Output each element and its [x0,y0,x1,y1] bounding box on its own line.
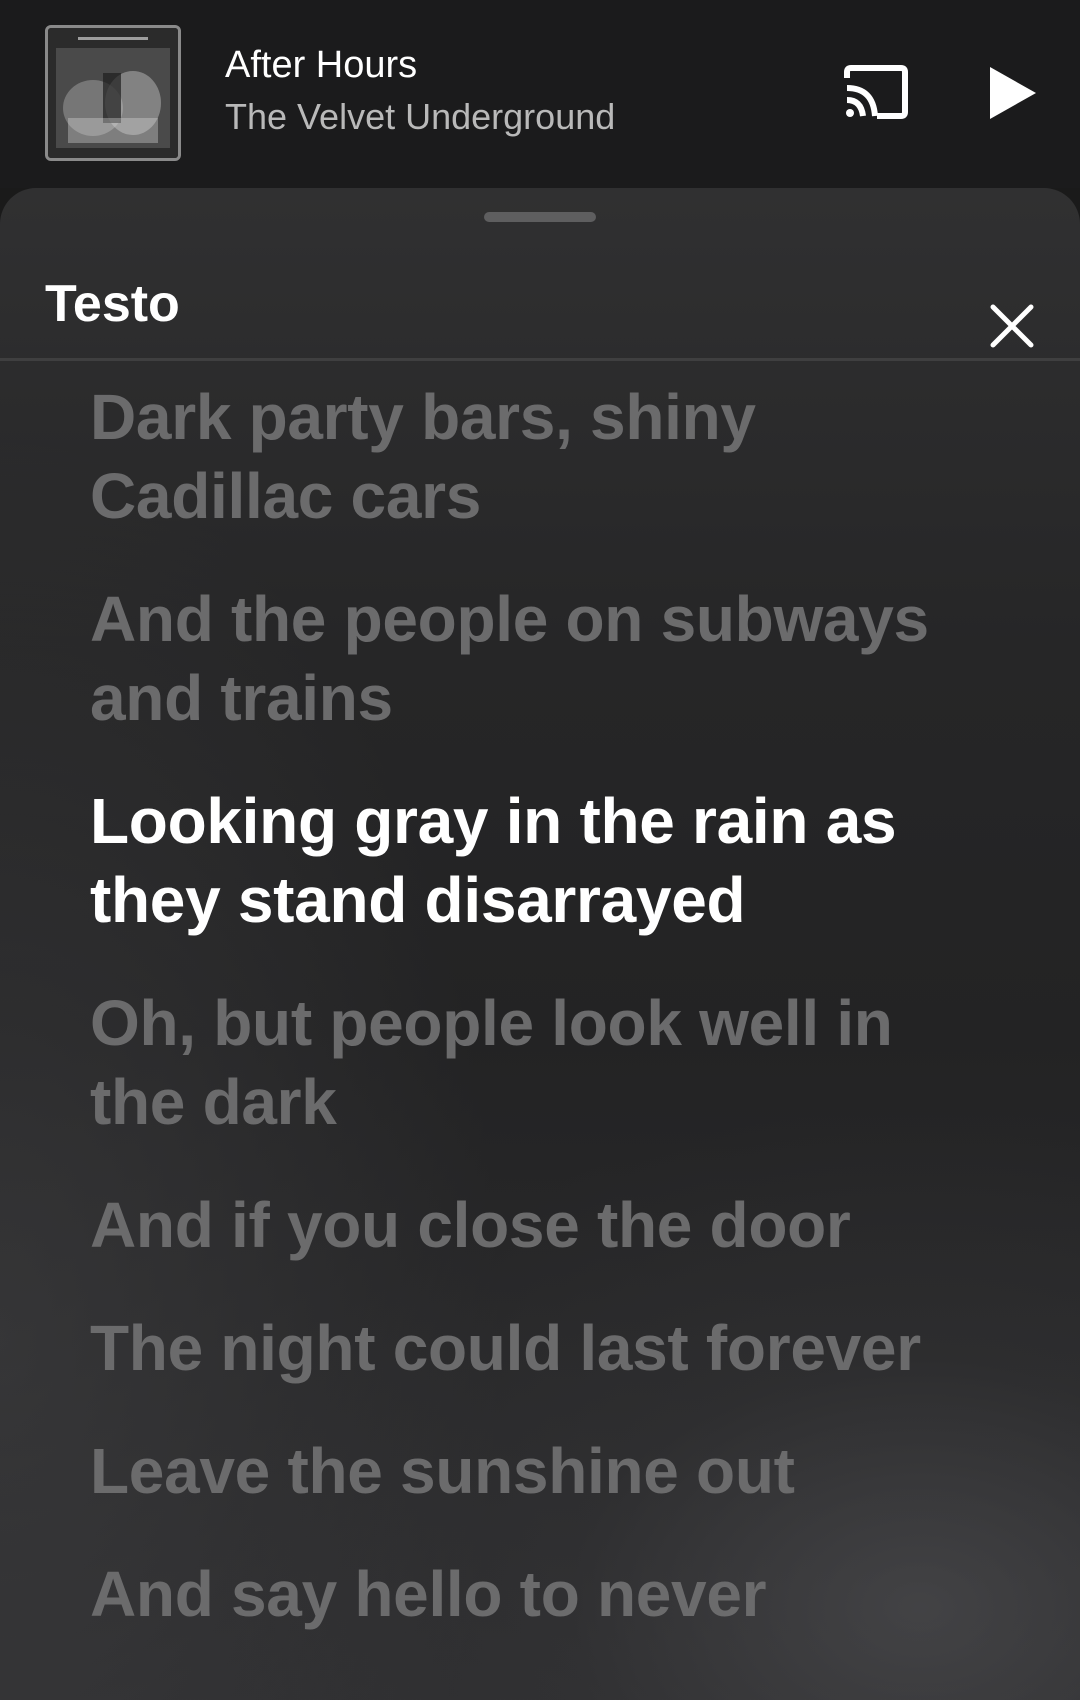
lyric-line-current[interactable]: Looking gray in the rain as they stand d… [90,782,990,940]
play-button[interactable] [978,56,1048,130]
track-title[interactable]: After Hours [225,44,417,87]
mini-player[interactable]: After Hours The Velvet Underground [0,0,1080,188]
track-artist[interactable]: The Velvet Underground [225,96,615,138]
album-cover-image [48,28,178,158]
close-icon [990,304,1034,348]
lyrics-sheet: Testo Dark party bars, shiny Cadillac ca… [0,188,1080,1700]
header-divider [0,358,1080,361]
lyric-line[interactable]: Dark party bars, shiny Cadillac cars [90,378,990,536]
lyric-line[interactable]: And the people on subways and trains [90,580,990,738]
sheet-title: Testo [45,275,180,333]
lyric-line[interactable]: Leave the sunshine out [90,1432,990,1511]
album-art[interactable] [45,25,181,161]
lyrics-screen: After Hours The Velvet Underground Testo [0,0,1080,1700]
play-icon [990,67,1036,119]
close-button[interactable] [980,294,1044,358]
lyric-line[interactable]: Oh, but people look well in the dark [90,984,990,1142]
lyric-line[interactable]: And say hello to never [90,1555,990,1634]
lyric-line[interactable]: The night could last forever [90,1309,990,1388]
sheet-header: Testo [0,238,1080,358]
lyrics-list[interactable]: Dark party bars, shiny Cadillac cars And… [90,378,990,1678]
cast-icon [844,65,908,119]
drag-handle[interactable] [484,212,596,222]
lyric-line[interactable]: And if you close the door [90,1186,990,1265]
cast-button[interactable] [840,60,912,124]
